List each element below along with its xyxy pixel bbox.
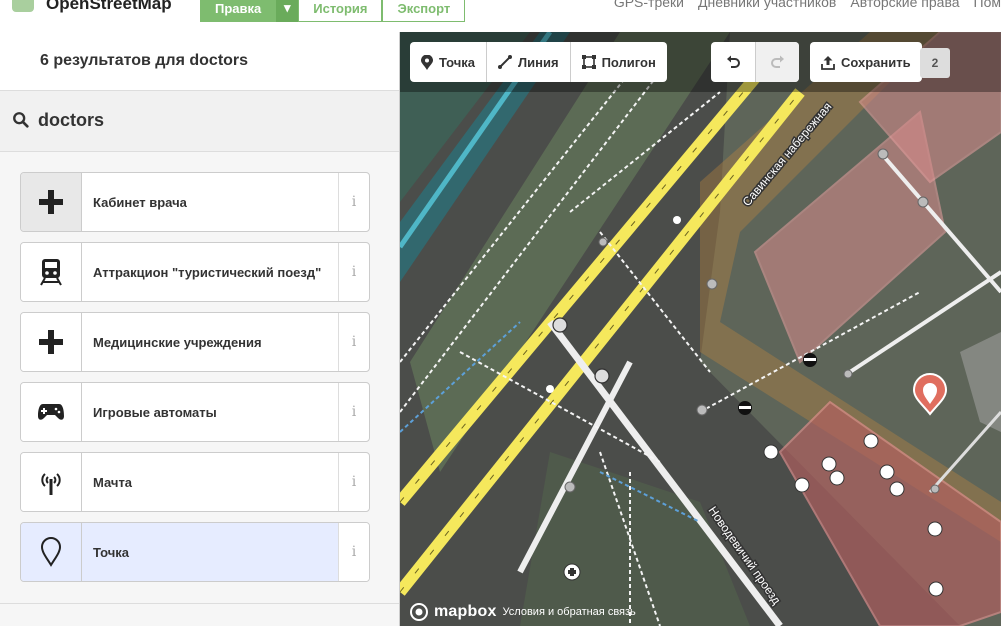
search-icon <box>13 112 29 128</box>
nav-user-diaries[interactable]: Дневники участников <box>698 0 836 10</box>
area-icon <box>581 55 596 69</box>
preset-label: Аттракцион "туристический поезд" <box>93 264 322 280</box>
upload-icon <box>821 55 835 70</box>
info-icon[interactable]: i <box>338 173 369 231</box>
preset-icon-box <box>21 173 82 231</box>
preset-icon-box <box>21 383 82 441</box>
add-point-label: Точка <box>439 54 476 70</box>
sidebar: 6 результатов для doctors Кабинет врача … <box>0 32 400 626</box>
preset-list: Кабинет врача i Аттракцион "туристически… <box>20 172 370 592</box>
info-icon[interactable]: i <box>338 523 369 581</box>
save-button[interactable]: Сохранить <box>810 42 922 82</box>
antenna-icon <box>41 473 61 495</box>
plus-icon <box>39 330 63 354</box>
results-header: 6 результатов для doctors <box>0 32 399 90</box>
terms-feedback-link[interactable]: Условия и обратная связь <box>503 606 636 618</box>
preset-item-healthcare[interactable]: Медицинские учреждения i <box>20 312 370 372</box>
tab-export[interactable]: Экспорт <box>382 0 466 22</box>
undo-redo-group <box>711 42 799 82</box>
edit-count-badge: 2 <box>920 48 950 78</box>
preset-label: Мачта <box>93 474 133 490</box>
search-input[interactable] <box>38 105 378 135</box>
preset-item-arcade[interactable]: Игровые автоматы i <box>20 382 370 442</box>
map-toolbar: Точка Линия Полигон Сохранить 2 <box>400 32 1001 92</box>
preset-label: Точка <box>82 523 338 581</box>
line-icon <box>498 55 513 69</box>
add-area-label: Полигон <box>601 54 656 70</box>
preset-icon-box <box>21 453 82 511</box>
add-area-button[interactable]: Полигон <box>569 42 667 82</box>
save-group: Сохранить <box>810 42 922 82</box>
mode-tabs: Правка ▾ История Экспорт <box>200 0 466 22</box>
undo-button[interactable] <box>711 42 755 82</box>
preset-icon-box <box>21 313 82 371</box>
info-icon[interactable]: i <box>338 243 369 301</box>
info-icon[interactable]: i <box>338 383 369 441</box>
gamepad-icon <box>38 404 64 420</box>
nav-copyright[interactable]: Авторские права <box>850 0 959 10</box>
preset-icon-box <box>21 523 82 581</box>
brand-title[interactable]: OpenStreetMap <box>46 0 172 14</box>
preset-label: Игровые автоматы <box>93 404 217 420</box>
pin-icon <box>40 537 62 567</box>
nav-gps-traces[interactable]: GPS-треки <box>614 0 684 10</box>
preset-item-tourist-train[interactable]: Аттракцион "туристический поезд" i <box>20 242 370 302</box>
redo-button[interactable] <box>755 42 799 82</box>
plus-icon <box>39 190 63 214</box>
save-label: Сохранить <box>841 54 911 70</box>
edit-dropdown-button[interactable]: ▾ <box>276 0 299 22</box>
pin-icon <box>421 54 433 70</box>
mapbox-logo-icon <box>410 603 428 621</box>
mapbox-logo[interactable]: mapbox <box>434 603 497 621</box>
tab-history[interactable]: История <box>298 0 383 22</box>
nav-links: GPS-треки Дневники участников Авторские … <box>614 0 1001 10</box>
preset-label: Кабинет врача <box>93 194 187 210</box>
info-icon[interactable]: i <box>338 313 369 371</box>
redo-icon <box>770 55 784 68</box>
osm-logo[interactable] <box>12 0 34 12</box>
preset-icon-box <box>21 243 82 301</box>
top-bar: OpenStreetMap Правка ▾ История Экспорт G… <box>0 0 1001 32</box>
sidebar-footer <box>0 603 399 626</box>
preset-label: Медицинские учреждения <box>93 334 262 350</box>
add-line-label: Линия <box>518 54 559 70</box>
results-title: 6 результатов для doctors <box>40 52 249 69</box>
add-feature-group: Точка Линия Полигон <box>410 42 667 82</box>
map-canvas[interactable]: Савинская набережная Новодевичий проезд <box>400 32 1001 626</box>
tab-edit[interactable]: Правка <box>200 0 277 22</box>
preset-item-point[interactable]: Точка i <box>20 522 370 582</box>
info-icon[interactable]: i <box>338 453 369 511</box>
undo-icon <box>727 55 740 68</box>
add-line-button[interactable]: Линия <box>486 42 570 82</box>
search-row <box>0 90 399 152</box>
preset-item-doctors[interactable]: Кабинет врача i <box>20 172 370 232</box>
nav-help[interactable]: Пом <box>974 0 1001 10</box>
preset-item-mast[interactable]: Мачта i <box>20 452 370 512</box>
chevron-down-icon: ▾ <box>283 0 291 15</box>
add-point-button[interactable]: Точка <box>410 42 486 82</box>
map-view[interactable]: Савинская набережная Новодевичий проезд … <box>400 32 1001 626</box>
map-attribution: mapbox Условия и обратная связь <box>410 603 636 621</box>
train-icon <box>40 259 62 286</box>
